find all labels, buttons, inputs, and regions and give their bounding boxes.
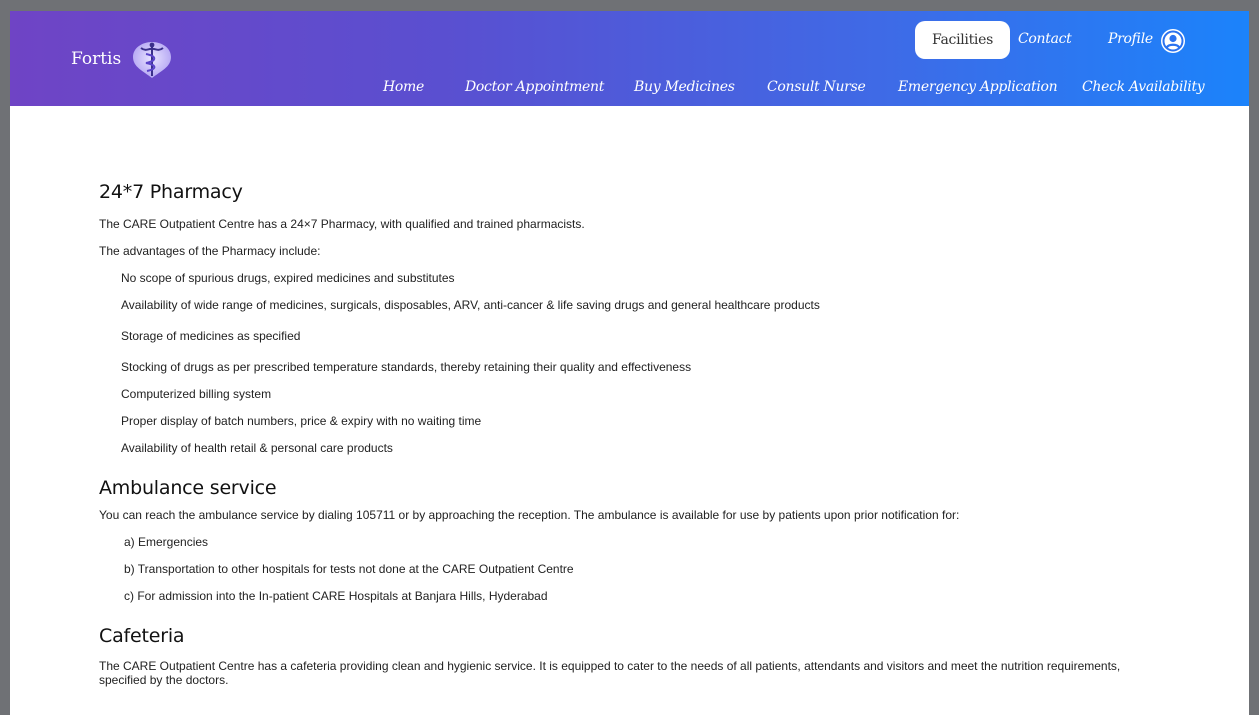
list-item: No scope of spurious drugs, expired medi… — [121, 271, 455, 285]
facilities-button[interactable]: Facilities — [915, 21, 1010, 59]
list-item: Computerized billing system — [121, 387, 272, 401]
caduceus-logo-icon — [133, 42, 172, 78]
ambulance-section: Ambulance service You can reach the ambu… — [99, 477, 1149, 603]
list-item: Availability of wide range of medicines,… — [121, 298, 820, 312]
nav-buy-medicines[interactable]: Buy Medicines — [634, 79, 735, 95]
contact-link[interactable]: Contact — [1018, 31, 1072, 47]
pharmacy-section: 24*7 Pharmacy The CARE Outpatient Centre… — [99, 181, 1149, 455]
list-item: b) Transportation to other hospitals for… — [124, 562, 574, 576]
pharmacy-intro: The CARE Outpatient Centre has a 24×7 Ph… — [99, 217, 585, 231]
user-circle-icon[interactable] — [1160, 28, 1186, 54]
brand-name: Fortis — [71, 49, 122, 69]
pharmacy-heading: 24*7 Pharmacy — [99, 181, 243, 203]
brand[interactable]: Fortis — [71, 36, 175, 82]
nav-check-availability[interactable]: Check Availability — [1082, 79, 1205, 95]
nav-home[interactable]: Home — [383, 79, 424, 95]
nav-doctor-appointment[interactable]: Doctor Appointment — [465, 79, 604, 95]
list-item: Storage of medicines as specified — [121, 329, 301, 343]
site-header: Fortis Facilities Contact Profile Home D… — [10, 11, 1249, 106]
list-item: a) Emergencies — [124, 535, 209, 549]
ambulance-heading: Ambulance service — [99, 477, 277, 499]
list-item: Proper display of batch numbers, price &… — [121, 414, 482, 428]
nav-consult-nurse[interactable]: Consult Nurse — [767, 79, 866, 95]
ambulance-list: a) Emergencies b) Transportation to othe… — [99, 535, 1149, 603]
list-item: Stocking of drugs as per prescribed temp… — [121, 360, 692, 374]
pharmacy-advantages-list: No scope of spurious drugs, expired medi… — [99, 271, 1149, 455]
facilities-content: 24*7 Pharmacy The CARE Outpatient Centre… — [99, 181, 1149, 687]
pharmacy-advantages-heading: The advantages of the Pharmacy include: — [99, 244, 321, 258]
ambulance-intro: You can reach the ambulance service by d… — [99, 508, 960, 522]
list-item: Availability of health retail & personal… — [121, 441, 393, 455]
list-item: c) For admission into the In-patient CAR… — [124, 589, 548, 603]
cafeteria-heading: Cafeteria — [99, 625, 185, 647]
profile-link[interactable]: Profile — [1108, 31, 1153, 47]
cafeteria-section: Cafeteria The CARE Outpatient Centre has… — [99, 625, 1149, 687]
cafeteria-intro: The CARE Outpatient Centre has a cafeter… — [99, 659, 1121, 687]
nav-emergency-application[interactable]: Emergency Application — [898, 79, 1058, 95]
browser-viewport: Fortis Facilities Contact Profile Home D… — [10, 11, 1249, 715]
